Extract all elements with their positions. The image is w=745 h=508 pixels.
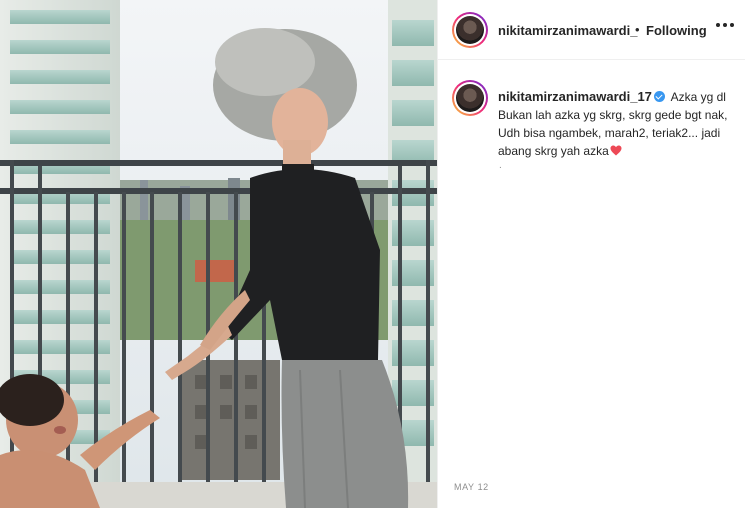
following-button[interactable]: Following (646, 23, 707, 38)
header-avatar[interactable] (452, 12, 488, 48)
post-side-panel: nikitamirzanimawardi_ • Following nikita… (437, 0, 745, 508)
caption-trailing-dot: . (499, 160, 502, 171)
avatar-image (456, 84, 484, 112)
caption-username-link[interactable]: nikitamirzanimawardi_17 (498, 89, 652, 104)
red-heart-icon (610, 145, 622, 156)
post-header: nikitamirzanimawardi_ • Following (438, 0, 745, 60)
post-date[interactable]: MAY 12 (454, 482, 489, 492)
post-photo-image (0, 0, 437, 508)
header-username-link[interactable]: nikitamirzanimawardi_ (498, 23, 637, 38)
caption-avatar[interactable] (452, 80, 488, 116)
avatar-image (456, 16, 484, 44)
verified-badge-icon (653, 91, 665, 102)
more-options-icon[interactable] (714, 18, 736, 32)
post-photo[interactable] (0, 0, 437, 508)
caption: nikitamirzanimawardi_17 Azka yg dl Bukan… (498, 88, 734, 160)
header-separator: • (635, 22, 640, 37)
